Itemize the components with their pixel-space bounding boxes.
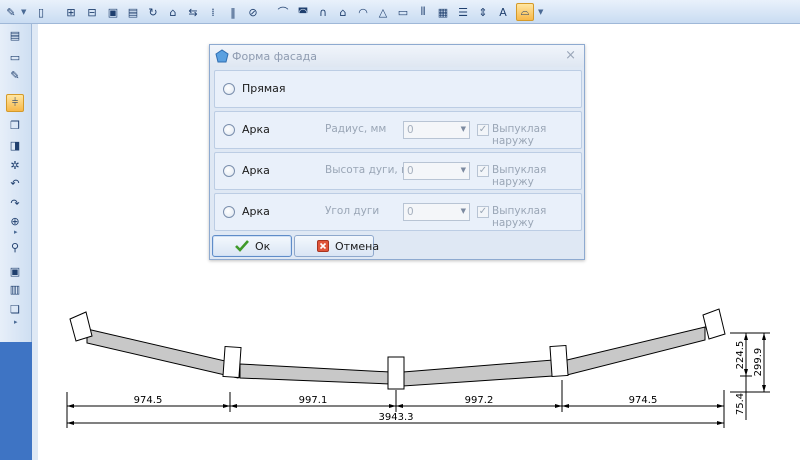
- facade-post: [702, 308, 726, 340]
- dim-total: 3943.3: [379, 412, 414, 423]
- checkmark-icon: [235, 239, 249, 253]
- dim-h1: 224.5: [735, 341, 746, 370]
- option-label: Арка: [242, 123, 270, 136]
- facade-panel: [86, 328, 239, 379]
- checkbox-label: Выпуклая наружу: [492, 205, 547, 229]
- param-label: Радиус, мм: [325, 123, 387, 135]
- close-icon[interactable]: ×: [565, 48, 576, 63]
- option-label: Прямая: [242, 82, 286, 95]
- radio-arc-height[interactable]: [223, 165, 235, 177]
- radio-straight[interactable]: [223, 83, 235, 95]
- convex-checkbox[interactable]: ✓: [477, 165, 489, 177]
- option-panel-straight: Прямая: [214, 70, 582, 108]
- chevron-down-icon: ▼: [460, 125, 466, 133]
- angle-combo[interactable]: 0 ▼: [403, 203, 470, 221]
- chevron-down-icon: ▼: [460, 166, 466, 174]
- facade-post: [387, 356, 405, 390]
- ok-label: Ок: [255, 239, 271, 253]
- option-label: Арка: [242, 164, 270, 177]
- chevron-down-icon: ▼: [460, 207, 466, 215]
- facade-panel: [566, 326, 706, 376]
- radius-combo[interactable]: 0 ▼: [403, 121, 470, 139]
- radio-arc-angle[interactable]: [223, 206, 235, 218]
- dim-seg3: 997.2: [465, 395, 494, 406]
- facade-panel: [239, 363, 391, 385]
- dim-h3: 75.4: [735, 393, 746, 415]
- facade-post: [222, 345, 242, 379]
- checkbox-label: Выпуклая наружу: [492, 123, 547, 147]
- convex-checkbox[interactable]: ✓: [477, 124, 489, 136]
- option-label: Арка: [242, 205, 270, 218]
- height-combo[interactable]: 0 ▼: [403, 162, 470, 180]
- convex-checkbox[interactable]: ✓: [477, 206, 489, 218]
- combo-value: 0: [407, 206, 414, 218]
- ok-button[interactable]: Ок: [212, 235, 292, 257]
- facade-post: [69, 311, 93, 342]
- facade-post: [549, 344, 569, 378]
- option-panel-arc-radius: Арка Радиус, мм 0 ▼ ✓ Выпуклая наружу: [214, 111, 582, 149]
- dim-h2: 299.9: [753, 348, 764, 377]
- radio-arc-radius[interactable]: [223, 124, 235, 136]
- checkbox-label: Выпуклая наружу: [492, 164, 547, 188]
- option-panel-arc-height: Арка Высота дуги, мм 0 ▼ ✓ Выпуклая нару…: [214, 152, 582, 190]
- facade-panel: [402, 359, 554, 387]
- dialog-title: Форма фасада: [232, 49, 317, 63]
- cancel-button[interactable]: Отмена: [294, 235, 379, 257]
- facade-icon: [215, 49, 229, 63]
- combo-value: 0: [407, 165, 414, 177]
- dim-seg4: 974.5: [629, 395, 658, 406]
- option-panel-arc-angle: Арка Угол дуги 0 ▼ ✓ Выпуклая наружу: [214, 193, 582, 231]
- cancel-label: Отмена: [335, 239, 380, 253]
- combo-value: 0: [407, 124, 414, 136]
- dim-seg2: 997.1: [299, 395, 328, 406]
- dim-seg1: 974.5: [134, 395, 163, 406]
- dialog-titlebar[interactable]: Форма фасада ×: [210, 45, 584, 67]
- facade-shape-dialog: Форма фасада × Прямая Арка Радиус, мм 0 …: [209, 44, 585, 260]
- cancel-icon: [317, 239, 329, 253]
- param-label: Угол дуги: [325, 205, 380, 217]
